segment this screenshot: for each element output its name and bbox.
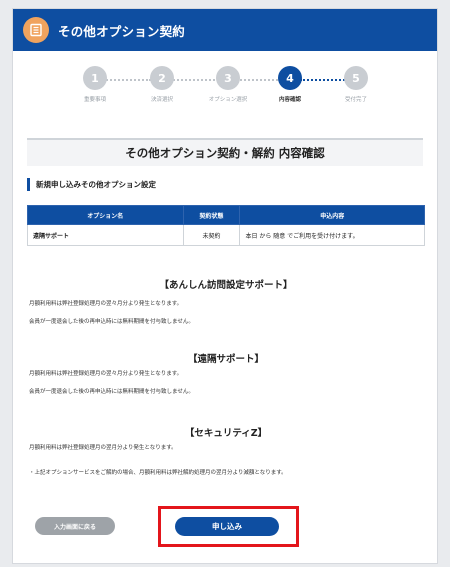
progress-stepper: 1 重要事項 2 決済選択 3 オプション選択 4 内容確認 5 受付完了 bbox=[13, 51, 437, 113]
info-line: 会員が一度退会した後の再申込時には無料期間を付与致しません。 bbox=[29, 389, 194, 395]
option-table: オプション名 契約状態 申込内容 遠隔サポート 未契約 本日 から 随意 でご利… bbox=[27, 205, 425, 246]
app-header: その他オプション契約 bbox=[13, 9, 437, 51]
column-header-content: 申込内容 bbox=[239, 205, 425, 225]
step-5: 5 受付完了 bbox=[321, 66, 391, 103]
step-label: 重要事項 bbox=[83, 97, 106, 103]
column-header-option: オプション名 bbox=[27, 205, 184, 225]
app-title: その他オプション契約 bbox=[58, 23, 186, 39]
info-line: 月額利用料は弊社登録処理月の翌々月分より発生となります。 bbox=[29, 371, 183, 377]
document-list-icon bbox=[23, 17, 49, 43]
info-title: 【あんしん訪問設定サポート】 bbox=[159, 280, 293, 291]
step-1: 1 重要事項 bbox=[60, 66, 130, 103]
step-3: 3 オプション選択 bbox=[193, 66, 263, 103]
highlight-box bbox=[158, 506, 299, 547]
info-title: 【セキュリティZ】 bbox=[184, 428, 268, 439]
info-line: 月額利用料は弊社登録処理月の翌月分より発生となります。 bbox=[29, 445, 177, 451]
section-title: 新規申し込みその他オプション設定 bbox=[27, 178, 423, 191]
application-content-cell: 本日 から 随意 でご利用を受け付けます。 bbox=[239, 224, 425, 246]
info-line: 月額利用料は弊社登録処理月の翌々月分より発生となります。 bbox=[29, 301, 183, 307]
page-title-band: その他オプション契約・解約 内容確認 bbox=[27, 138, 423, 166]
page-title: その他オプション契約・解約 内容確認 bbox=[125, 146, 325, 160]
info-line: 会員が一度退会した後の再申込時には無料期間を付与致しません。 bbox=[29, 319, 194, 325]
step-label: オプション選択 bbox=[208, 97, 248, 103]
step-label: 内容確認 bbox=[278, 97, 301, 103]
step-label: 決済選択 bbox=[150, 97, 173, 103]
info-block-anshin: 【あんしん訪問設定サポート】 月額利用料は弊社登録処理月の翌々月分より発生となり… bbox=[13, 277, 439, 326]
table-header-row: オプション名 契約状態 申込内容 bbox=[27, 205, 425, 225]
info-note: ・上記オプションサービスをご解約の場合、月額利用料は弊社解約処理月の翌月分より減… bbox=[29, 470, 287, 476]
option-contract-page: その他オプション契約 1 重要事項 2 決済選択 3 オプション選択 4 内容確… bbox=[12, 8, 438, 564]
info-block-remote: 【遠隔サポート】 月額利用料は弊社登録処理月の翌々月分より発生となります。 会員… bbox=[13, 351, 439, 396]
table-row: 遠隔サポート 未契約 本日 から 随意 でご利用を受け付けます。 bbox=[27, 224, 425, 246]
step-number: 2 bbox=[150, 66, 174, 90]
column-header-status: 契約状態 bbox=[182, 205, 241, 225]
info-title: 【遠隔サポート】 bbox=[187, 354, 264, 365]
step-2: 2 決済選択 bbox=[127, 66, 197, 103]
step-label: 受付完了 bbox=[344, 97, 367, 103]
back-to-input-button[interactable]: 入力画面に戻る bbox=[35, 517, 115, 535]
step-number: 4 bbox=[278, 66, 302, 90]
option-name-cell: 遠隔サポート bbox=[27, 224, 184, 246]
step-4-current: 4 内容確認 bbox=[255, 66, 325, 103]
step-number: 5 bbox=[344, 66, 368, 90]
contract-status-cell: 未契約 bbox=[182, 224, 241, 246]
step-number: 3 bbox=[216, 66, 240, 90]
step-number: 1 bbox=[83, 66, 107, 90]
info-block-security: 【セキュリティZ】 月額利用料は弊社登録処理月の翌月分より発生となります。 ・上… bbox=[13, 425, 439, 477]
